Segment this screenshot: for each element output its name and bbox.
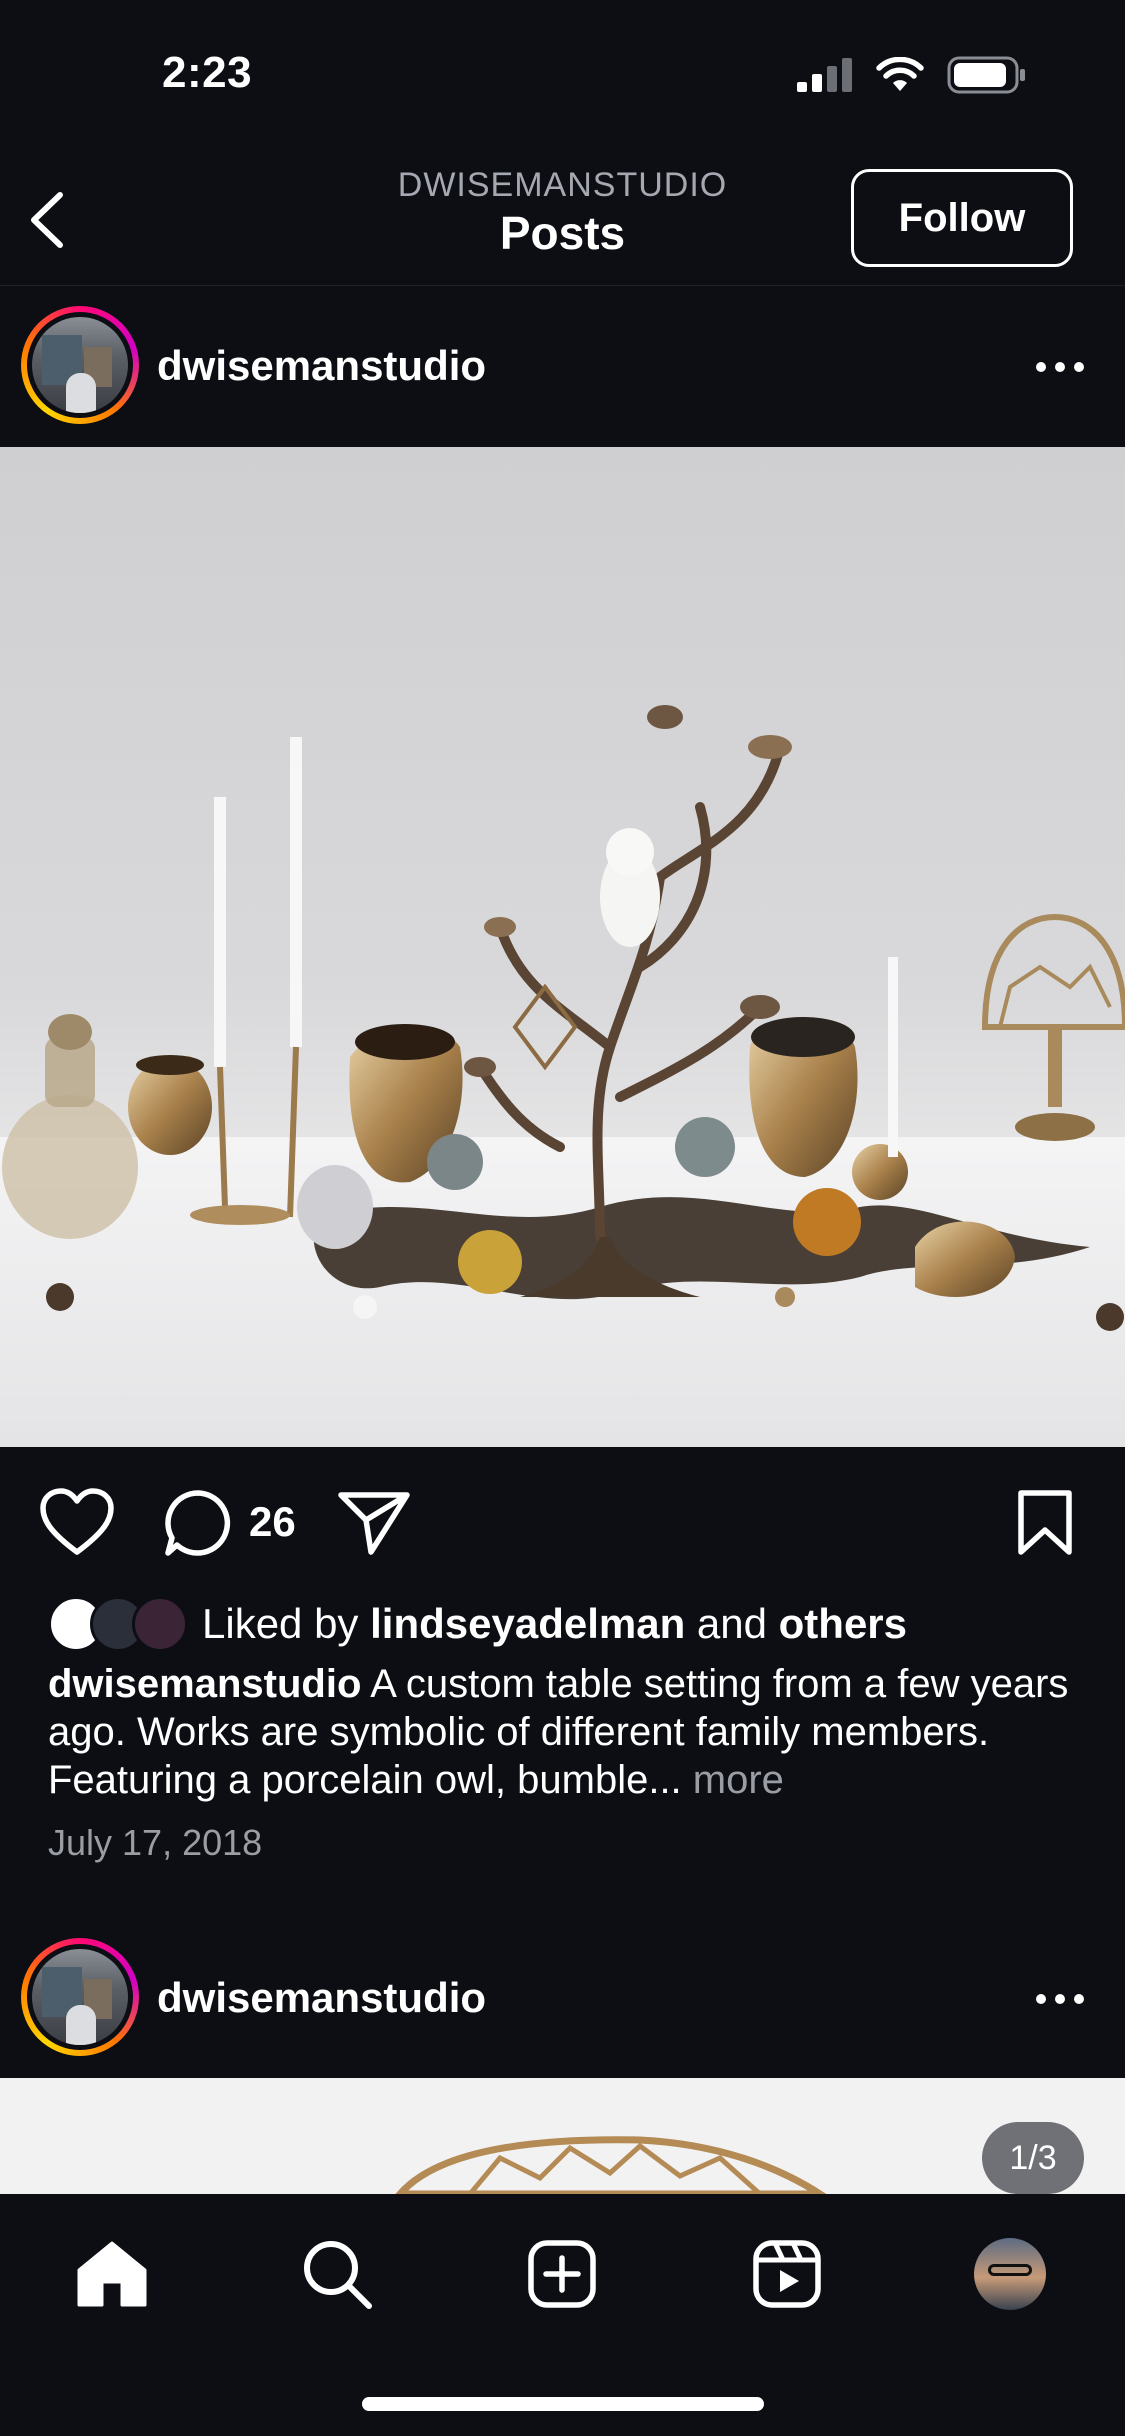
post-caption: dwisemanstudio A custom table setting fr… [48,1660,1088,1804]
save-button[interactable] [1015,1488,1075,1563]
carousel-counter: 1/3 [982,2122,1084,2194]
dot [1036,362,1046,372]
tab-profile[interactable] [968,2232,1052,2316]
sculpture-illustration [395,2136,827,2194]
liked-by-line[interactable]: Liked by lindseyadelman and others [48,1596,907,1652]
avatar-image [32,317,128,413]
tab-reels[interactable] [745,2232,829,2316]
battery-icon [947,56,1025,94]
dot [1036,1994,1046,2004]
send-icon [338,1492,410,1555]
next-post-username[interactable]: dwisemanstudio [157,1974,486,2022]
liked-and: and [696,1600,767,1647]
home-icon [77,2241,147,2307]
next-post-options-button[interactable] [1036,1994,1084,2004]
caption-username[interactable]: dwisemanstudio [48,1662,361,1706]
dot [1055,1994,1065,2004]
liker-avatars [48,1596,188,1652]
dot [1074,362,1084,372]
caption-more-link[interactable]: more [693,1758,784,1802]
home-indicator [362,2397,764,2411]
share-button[interactable] [337,1490,411,1561]
comment-icon [165,1490,231,1556]
comment-count[interactable]: 26 [249,1498,296,1546]
liked-user-link[interactable]: lindseyadelman [370,1600,685,1648]
post-photo[interactable] [0,447,1125,1447]
table-setting-illustration [0,705,1125,1447]
create-icon [528,2240,596,2308]
post-date: July 17, 2018 [48,1822,263,1863]
liked-others-link[interactable]: others [779,1600,907,1648]
liker-avatar [132,1596,188,1652]
dot [1055,362,1065,372]
dot [1074,1994,1084,2004]
tab-home[interactable] [70,2232,154,2316]
tab-create[interactable] [520,2232,604,2316]
heart-icon [40,1488,114,1555]
next-post-photo[interactable] [0,2078,1125,2194]
follow-button[interactable]: Follow [851,169,1073,267]
tab-search[interactable] [295,2232,379,2316]
reels-icon [753,2240,821,2308]
liked-prefix: Liked by [202,1600,359,1647]
wifi-icon [876,57,924,91]
next-post-avatar[interactable] [21,1938,139,2056]
post-options-button[interactable] [1036,362,1084,372]
avatar-image [32,1949,128,2045]
bookmark-icon [1018,1490,1072,1555]
like-button[interactable] [40,1488,114,1561]
profile-avatar [974,2238,1046,2310]
post-username[interactable]: dwisemanstudio [157,342,486,390]
comment-button[interactable] [163,1488,233,1563]
status-icons [797,56,1027,94]
status-time: 2:23 [162,48,253,97]
post-avatar[interactable] [21,306,139,424]
signal-icon [797,58,852,92]
search-icon [304,2241,372,2309]
